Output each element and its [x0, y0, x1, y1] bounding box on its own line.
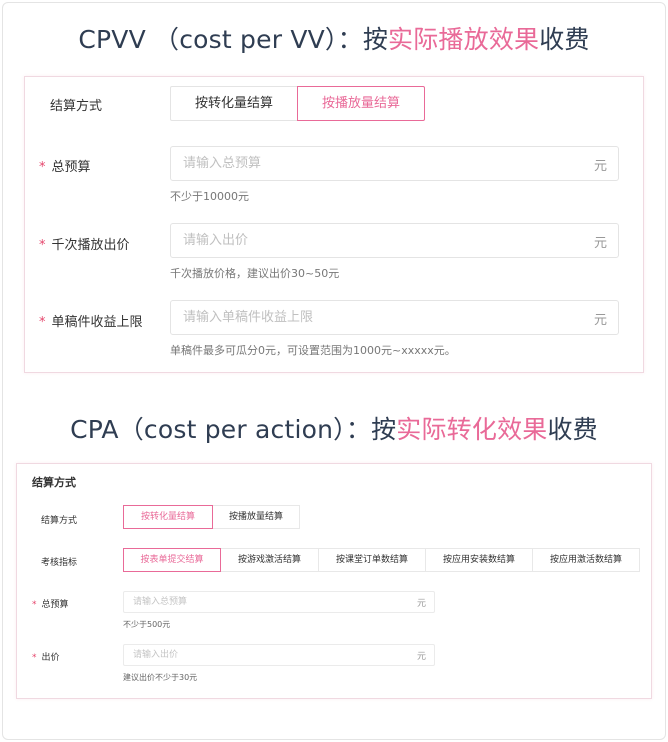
cpvv-heading: CPVV （cost per VV）：按实际播放效果收费 [0, 20, 668, 56]
cpvv-option-by-conversion[interactable]: 按转化量结算 [170, 86, 298, 121]
cpa-bid-unit: 元 [416, 652, 426, 662]
cpvv-budget-unit: 元 [593, 159, 607, 174]
cpvv-bid-input[interactable] [171, 224, 571, 257]
cpa-budget-label-text: 总预算 [41, 600, 69, 610]
required-mark: * [39, 160, 46, 175]
cpvv-limit-hint: 单稿件最多可瓜分0元，可设置范围为1000元~xxxxx元。 [170, 344, 456, 357]
cpvv-settlement-label: 结算方式 [50, 99, 103, 114]
cpa-heading-suffix: 收费 [547, 415, 598, 444]
cpvv-heading-suffix: 收费 [539, 25, 590, 54]
required-mark: * [39, 315, 46, 330]
cpvv-budget-hint: 不少于10000元 [170, 190, 249, 203]
cpa-option-by-views[interactable]: 按播放量结算 [212, 505, 300, 529]
cpa-section-title: 结算方式 [32, 476, 76, 489]
cpvv-bid-unit: 元 [593, 236, 607, 251]
cpvv-limit-label: * 单稿件收益上限 [39, 311, 143, 330]
cpa-heading-prefix: CPA（cost per action）：按 [70, 415, 397, 444]
cpa-heading-accent: 实际转化效果 [396, 415, 548, 444]
cpa-form-panel: 结算方式 结算方式 按转化量结算 按播放量结算 考核指标 按表单提交结算 按游戏… [16, 463, 652, 699]
cpa-metric-form-submit[interactable]: 按表单提交结算 [123, 548, 221, 572]
cpa-bid-label-text: 出价 [41, 653, 60, 663]
cpvv-budget-label-text: 总预算 [51, 160, 91, 175]
cpvv-limit-input[interactable] [171, 301, 571, 334]
cpa-option-by-conversion[interactable]: 按转化量结算 [123, 505, 213, 529]
cpa-metric-segmented: 按表单提交结算 按游戏激活结算 按课堂订单数结算 按应用安装数结算 按应用激活数… [123, 548, 640, 572]
cpa-bid-field[interactable]: 元 [123, 644, 435, 666]
cpa-metric-game-activation[interactable]: 按游戏激活结算 [220, 548, 319, 572]
cpa-budget-field[interactable]: 元 [123, 591, 435, 613]
cpvv-budget-input[interactable] [171, 147, 571, 180]
cpvv-limit-unit: 元 [593, 313, 607, 328]
cpvv-heading-prefix: CPVV （cost per VV）：按 [78, 25, 389, 54]
cpvv-settlement-segmented: 按转化量结算 按播放量结算 [170, 86, 425, 121]
cpa-metric-app-activations[interactable]: 按应用激活数结算 [532, 548, 640, 572]
required-mark: * [32, 600, 37, 610]
cpa-metric-class-orders[interactable]: 按课堂订单数结算 [318, 548, 426, 572]
cpa-metric-label: 考核指标 [41, 558, 78, 568]
cpa-budget-hint: 不少于500元 [123, 620, 171, 629]
cpa-metric-app-installs[interactable]: 按应用安装数结算 [425, 548, 533, 572]
cpvv-limit-field[interactable]: 元 [170, 300, 619, 335]
cpvv-bid-field[interactable]: 元 [170, 223, 619, 258]
cpa-budget-input[interactable] [124, 592, 394, 612]
cpvv-bid-label: * 千次播放出价 [39, 234, 130, 253]
cpvv-option-by-views[interactable]: 按播放量结算 [297, 86, 425, 121]
required-mark: * [32, 653, 37, 663]
cpvv-bid-hint: 千次播放价格，建议出价30~50元 [170, 267, 340, 280]
cpvv-form-panel: 结算方式 按转化量结算 按播放量结算 * 总预算 元 不少于10000元 * 千次播… [24, 76, 644, 373]
cpa-budget-unit: 元 [416, 599, 426, 609]
cpvv-budget-label: * 总预算 [39, 156, 91, 175]
cpa-budget-label: * 总预算 [32, 597, 69, 610]
cpa-settlement-label: 结算方式 [41, 516, 78, 526]
required-mark: * [39, 238, 46, 253]
cpa-settlement-segmented: 按转化量结算 按播放量结算 [123, 505, 300, 529]
cpa-heading: CPA（cost per action）：按实际转化效果收费 [0, 410, 668, 446]
cpvv-budget-field[interactable]: 元 [170, 146, 619, 181]
cpvv-bid-label-text: 千次播放出价 [51, 238, 130, 253]
cpa-bid-label: * 出价 [32, 650, 60, 663]
cpvv-limit-label-text: 单稿件收益上限 [51, 315, 143, 330]
cpa-bid-hint: 建议出价不少于30元 [123, 673, 198, 682]
cpa-bid-input[interactable] [124, 645, 394, 665]
cpvv-heading-accent: 实际播放效果 [388, 25, 540, 54]
